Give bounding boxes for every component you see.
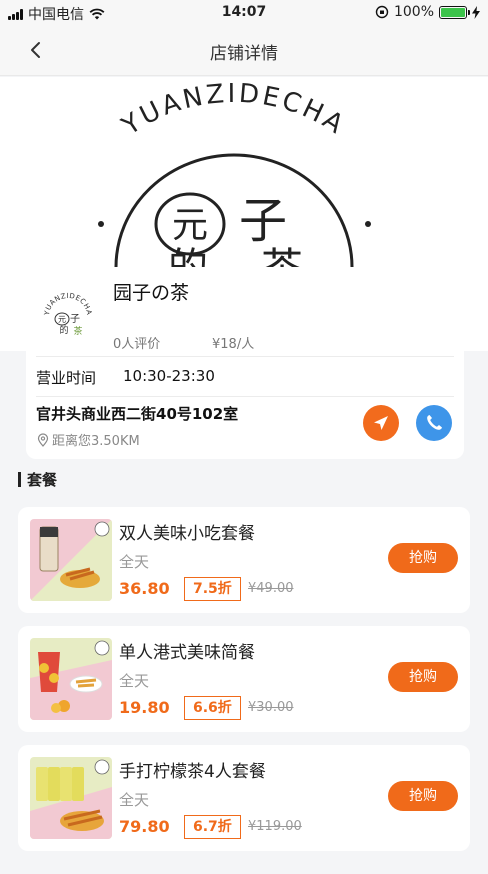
deal-thumbnail (30, 519, 112, 601)
section-title-packages: 套餐 (18, 469, 57, 490)
deal-availability: 全天 (119, 791, 150, 809)
deal-availability: 全天 (119, 553, 150, 571)
nav-bar: 店铺详情 (0, 26, 488, 76)
status-bar: 中国电信 14:07 100% (0, 0, 488, 26)
svg-text:子: 子 (239, 193, 287, 249)
svg-text:的: 的 (168, 245, 208, 267)
discount-badge: 7.5折 (184, 577, 241, 601)
hours-label: 营业时间 (36, 369, 97, 387)
svg-text:茶: 茶 (73, 325, 82, 337)
buy-button[interactable]: 抢购 (388, 543, 458, 573)
distance-row: 距离您3.50KM (36, 430, 140, 449)
divider (36, 396, 454, 397)
navigation-arrow-icon (374, 416, 388, 430)
divider (36, 356, 454, 357)
phone-icon (427, 415, 442, 430)
svg-text:元: 元 (58, 315, 66, 324)
discount-badge: 6.7折 (184, 815, 241, 839)
status-right: 100% (375, 4, 480, 20)
shop-avatar: YUANZIDECHA 元 子 的 茶 (42, 290, 94, 342)
hours-value: 10:30-23:30 (123, 367, 215, 385)
svg-text:YUANZIDECHA: YUANZIDECHA (43, 292, 93, 317)
shop-banner: YUANZIDECHA 元 子 的 茶 (0, 77, 488, 267)
call-button[interactable] (416, 405, 452, 441)
shop-address: 官井头商业西二街40号102室 (36, 405, 239, 423)
page-title: 店铺详情 (210, 44, 278, 64)
deal-price: 19.80 (119, 698, 170, 717)
charging-icon (472, 5, 480, 19)
price-per-person: ¥18/人 (212, 337, 255, 352)
deal-price: 79.80 (119, 817, 170, 836)
orientation-lock-icon (375, 5, 389, 19)
deal-thumbnail (30, 757, 112, 839)
svg-text:茶: 茶 (261, 244, 303, 267)
distance-text: 距离您3.50KM (52, 434, 140, 449)
original-price: ¥49.00 (248, 581, 294, 596)
battery-percent: 100% (393, 4, 434, 20)
deal-name: 双人美味小吃套餐 (119, 524, 255, 544)
deal-availability: 全天 (119, 672, 150, 690)
deal-card[interactable]: 双人美味小吃套餐 全天 36.80 7.5折 ¥49.00 抢购 (18, 507, 470, 613)
brand-arc-text: YUANZIDECHA (116, 79, 351, 142)
original-price: ¥119.00 (248, 819, 302, 834)
deal-thumbnail (30, 638, 112, 720)
deal-name: 单人港式美味简餐 (119, 643, 255, 663)
review-count: 0人评价 (113, 337, 161, 352)
original-price: ¥30.00 (248, 700, 294, 715)
buy-button[interactable]: 抢购 (388, 781, 458, 811)
deal-card[interactable]: 手打柠檬茶4人套餐 全天 79.80 6.7折 ¥119.00 抢购 (18, 745, 470, 851)
navigate-button[interactable] (363, 405, 399, 441)
shop-info-card: 营业时间 10:30-23:30 官井头商业西二街40号102室 距离您3.50… (26, 351, 464, 459)
buy-button[interactable]: 抢购 (388, 662, 458, 692)
location-pin-icon (37, 432, 49, 447)
svg-text:元: 元 (172, 205, 208, 246)
discount-badge: 6.6折 (184, 696, 241, 720)
svg-text:子: 子 (70, 313, 80, 325)
svg-text:的: 的 (59, 324, 68, 336)
deal-price: 36.80 (119, 579, 170, 598)
battery-icon (439, 5, 470, 19)
shop-name: 园子の茶 (113, 282, 190, 304)
deal-card[interactable]: 单人港式美味简餐 全天 19.80 6.6折 ¥30.00 抢购 (18, 626, 470, 732)
deal-name: 手打柠檬茶4人套餐 (119, 762, 266, 782)
brand-logo: YUANZIDECHA 元 子 的 茶 (98, 79, 371, 267)
